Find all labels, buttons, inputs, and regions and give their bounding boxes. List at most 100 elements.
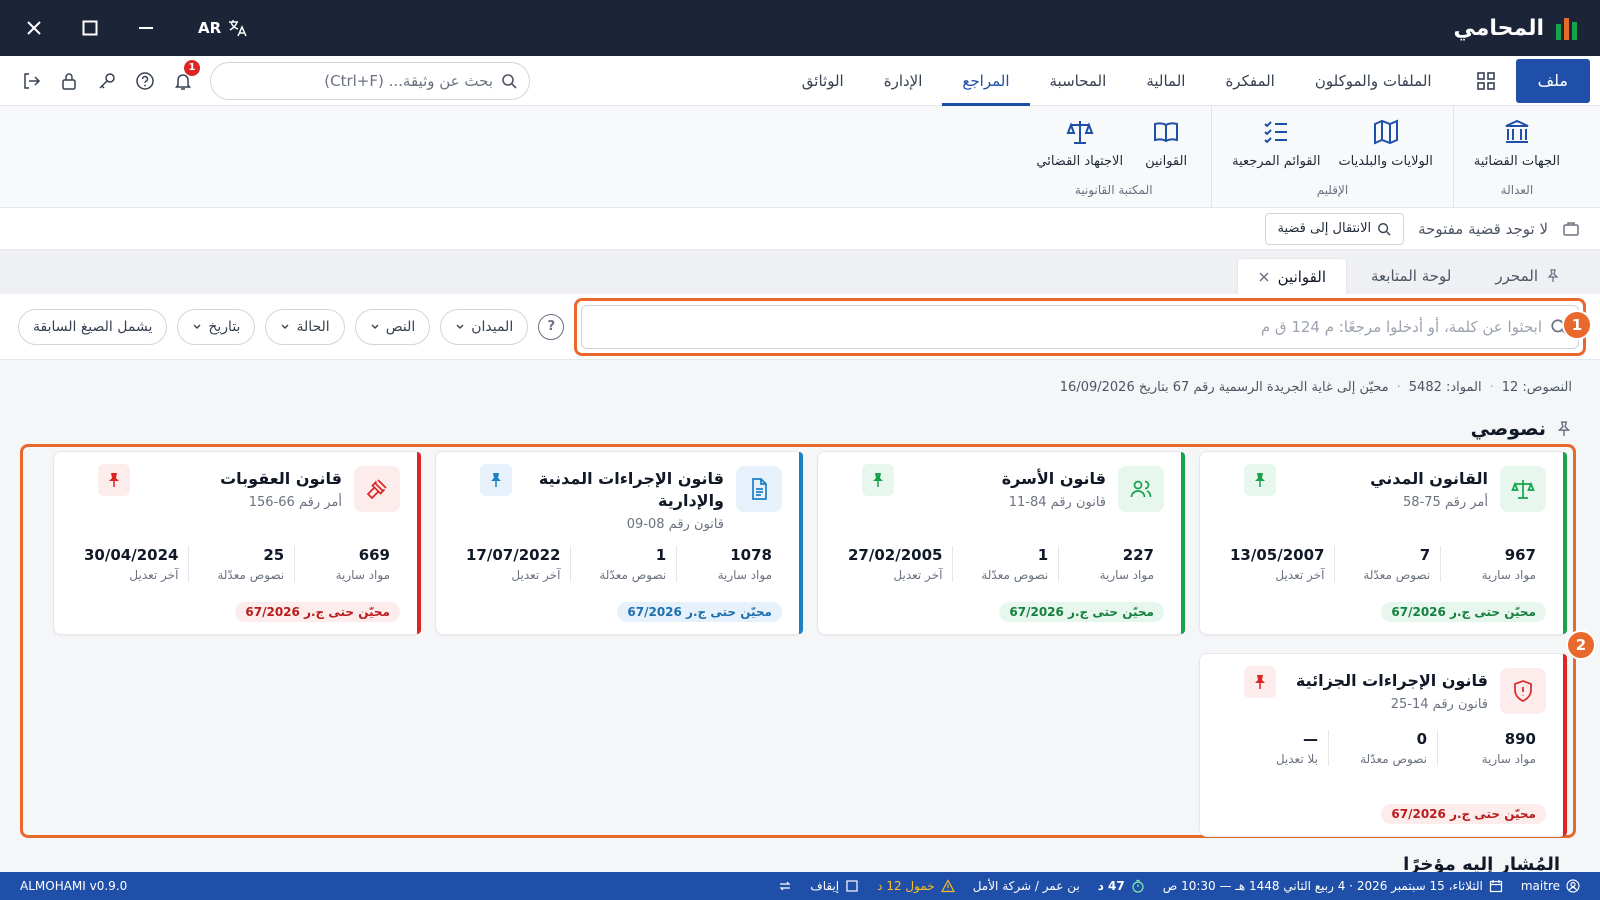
recent-heading: المُشار إليه مؤخرًا — [1403, 854, 1560, 872]
document-search-input[interactable]: بحث عن وثيقة... (Ctrl+F) — [210, 61, 530, 100]
chevron-down-icon — [456, 324, 464, 329]
grid-icon — [1476, 71, 1495, 90]
ribbon-reference-lists-button[interactable]: القوائم المرجعية — [1226, 114, 1326, 173]
minimize-window-button[interactable] — [132, 14, 160, 42]
document-search-placeholder: بحث عن وثيقة... (Ctrl+F) — [324, 71, 493, 90]
ribbon-states-button[interactable]: الولايات والبلديات — [1332, 114, 1438, 173]
pin-button[interactable] — [1244, 464, 1276, 496]
pin-button[interactable] — [862, 464, 894, 496]
include-previous-versions-toggle[interactable]: يشمل الصيغ السابقة — [18, 308, 168, 345]
law-card[interactable]: قانون العقوبات أمر رقم 66-156 669 مواد سار… — [53, 451, 421, 635]
stat-value: 17/07/2022 — [465, 546, 561, 564]
filter-bar: ابحثوا عن كلمة، أو أدخلوا مرجعًا: م 124 … — [0, 294, 1600, 360]
pause-button[interactable]: إيقاف — [810, 879, 859, 893]
search-help-button[interactable]: ? — [538, 313, 565, 340]
chevron-down-icon — [193, 324, 201, 329]
ribbon-group-legal-library: القوانين الاجتهاد القضائي المكتبة القانو… — [1016, 106, 1211, 207]
status-user[interactable]: maitre — [1521, 879, 1580, 893]
filter-text[interactable]: النص — [354, 308, 431, 345]
status-badge: محيّن حتى ج.ر 67/2026 — [235, 602, 400, 622]
ribbon-group-label: العدالة — [1500, 183, 1534, 197]
filter-date[interactable]: بتاريخ — [177, 308, 256, 345]
card-title: قانون العقوبات أمر رقم 66-156 — [132, 468, 342, 514]
stat-label: مواد سارية — [717, 568, 772, 582]
card-stats: 1078 مواد سارية 1 نصوص معدّلة 17/07/2022 آخ… — [456, 546, 782, 582]
filter-text-label: النص — [385, 318, 416, 335]
lock-icon — [62, 72, 76, 90]
ribbon-courts-button[interactable]: الجهات القضائية — [1468, 114, 1566, 173]
language-switch[interactable]: AR — [198, 18, 247, 38]
help-button[interactable] — [134, 70, 156, 92]
logout-button[interactable] — [20, 70, 42, 92]
law-card[interactable]: قانون الإجراءات المدنية والإدارية قانون ر… — [435, 451, 803, 635]
annotation-marker-1: 1 — [1562, 310, 1592, 340]
tab-editor[interactable]: المحرر — [1475, 258, 1580, 294]
ribbon-group-label: الإقليم — [1316, 183, 1349, 197]
close-tab-icon[interactable] — [1258, 271, 1270, 283]
ribbon-jurisprudence-button[interactable]: الاجتهاد القضائي — [1030, 114, 1129, 173]
sync-button[interactable] — [778, 879, 792, 893]
goto-case-button[interactable]: الانتقال إلى قضية — [1264, 212, 1405, 245]
card-icon — [736, 466, 782, 512]
card-stats: 669 مواد سارية 25 نصوص معدّلة 30/04/2024 آخ… — [74, 546, 400, 582]
law-card[interactable]: القانون المدني أمر رقم 75-58 967 مواد ساري… — [1199, 451, 1567, 635]
tab-dashboard[interactable]: لوحة المتابعة — [1351, 258, 1471, 294]
scale-icon — [1066, 121, 1094, 144]
stat-value: — — [1303, 730, 1318, 748]
filter-status-label: الحالة — [296, 318, 330, 335]
filter-date-label: بتاريخ — [208, 318, 241, 335]
card-icon — [1500, 466, 1546, 512]
law-card[interactable]: قانون الأسرة قانون رقم 84-11 227 مواد ساري… — [817, 451, 1185, 635]
file-menu-button[interactable]: ملف — [1515, 58, 1590, 103]
apps-grid-button[interactable] — [1466, 61, 1506, 101]
stop-icon — [846, 880, 858, 892]
filter-status[interactable]: الحالة — [265, 308, 345, 345]
law-card[interactable]: قانون الإجراءات الجزائية قانون رقم 14-25 … — [1199, 653, 1567, 837]
pin-button[interactable] — [480, 464, 512, 496]
menu-tab-references[interactable]: المراجع — [942, 56, 1030, 106]
checklist-icon — [1264, 121, 1288, 144]
card-stripe — [1563, 654, 1567, 836]
menu-tab-files[interactable]: الملفات والموكلون — [1295, 56, 1452, 106]
tab-editor-label: المحرر — [1495, 267, 1538, 285]
key-icon — [99, 72, 115, 89]
stat-value: 30/04/2024 — [83, 546, 179, 564]
stat-value: 1 — [655, 546, 667, 564]
menu-tab-agenda[interactable]: المفكرة — [1205, 56, 1294, 106]
ribbon-laws-button[interactable]: القوانين — [1135, 114, 1197, 173]
filter-domain[interactable]: الميدان — [440, 308, 529, 345]
stat-label: آخر تعديل — [129, 568, 179, 582]
card-stats: 890 مواد سارية 0 نصوص معدّلة — بلا تعديل — [1220, 730, 1546, 766]
menu-tools: بحث عن وثيقة... (Ctrl+F) 1 — [10, 59, 530, 100]
pause-label: إيقاف — [810, 879, 840, 893]
pin-button[interactable] — [98, 464, 130, 496]
goto-case-label: الانتقال إلى قضية — [1277, 221, 1372, 236]
card-icon — [1500, 668, 1546, 714]
notifications-button[interactable]: 1 — [172, 59, 200, 92]
stat-value: 890 — [1504, 730, 1536, 748]
lock-button[interactable] — [58, 70, 80, 92]
stat-label: آخر تعديل — [1275, 568, 1325, 582]
key-button[interactable] — [96, 70, 118, 92]
stat-label: نصوص معدّلة — [981, 568, 1049, 582]
translate-icon — [229, 20, 247, 37]
close-window-button[interactable] — [20, 14, 48, 42]
tab-laws[interactable]: القوانين — [1236, 258, 1347, 294]
card-title: القانون المدني أمر رقم 75-58 — [1278, 468, 1488, 514]
warning-icon — [940, 879, 955, 893]
pin-icon — [1255, 675, 1265, 689]
menu-tab-finance[interactable]: المالية — [1126, 56, 1205, 106]
menu-bar: ملف الملفات والموكلون المفكرة المالية ال… — [0, 56, 1600, 106]
laws-search-box: ابحثوا عن كلمة، أو أدخلوا مرجعًا: م 124 … — [574, 297, 1586, 356]
maximize-window-button[interactable] — [76, 14, 104, 42]
pin-button[interactable] — [1244, 666, 1276, 698]
stat-value: 1 — [1037, 546, 1049, 564]
card-stripe — [1181, 452, 1185, 634]
tab-laws-label: القوانين — [1277, 267, 1326, 286]
menu-tab-administration[interactable]: الإدارة — [864, 56, 943, 106]
card-icon — [1118, 466, 1164, 512]
menu-tab-documents[interactable]: الوثائق — [782, 56, 864, 106]
menu-tab-accounting[interactable]: المحاسبة — [1030, 56, 1127, 106]
stat-value: 227 — [1122, 546, 1154, 564]
laws-search-input[interactable]: ابحثوا عن كلمة، أو أدخلوا مرجعًا: م 124 … — [581, 304, 1579, 349]
